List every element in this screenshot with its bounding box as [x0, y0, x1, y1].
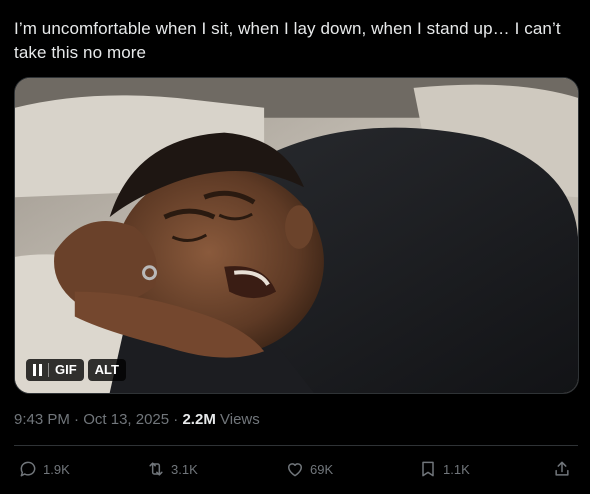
meta-separator: · — [173, 411, 179, 428]
retweet-icon — [149, 462, 163, 476]
views-label[interactable]: Views — [220, 411, 260, 428]
alt-button[interactable]: ALT — [87, 359, 126, 381]
share-icon — [555, 461, 569, 476]
bookmark-button[interactable]: 1.1K — [418, 459, 470, 479]
pause-icon[interactable] — [33, 364, 42, 376]
share-button[interactable] — [552, 459, 572, 479]
bookmark-count: 1.1K — [443, 461, 470, 477]
reply-icon — [20, 461, 36, 477]
views-count[interactable]: 2.2M — [182, 411, 215, 428]
meta-separator: · — [74, 411, 80, 428]
retweet-button[interactable]: 3.1K — [146, 459, 198, 479]
gif-badge: GIF — [55, 362, 77, 377]
action-bar: 1.9K 3.1K 69K 1.1K — [16, 459, 578, 481]
like-button[interactable]: 69K — [285, 459, 333, 479]
tweet-text: I’m uncomfortable when I sit, when I lay… — [14, 19, 561, 62]
alt-label: ALT — [94, 362, 119, 377]
reply-button[interactable]: 1.9K — [18, 459, 70, 479]
media-controls: GIF ALT — [26, 359, 126, 381]
tweet-date[interactable]: Oct 13, 2025 — [83, 411, 169, 428]
divider — [14, 445, 578, 446]
tweet-meta: 9:43 PM · Oct 13, 2025 · 2.2M Views — [14, 410, 260, 430]
tweet-media-gif[interactable]: GIF ALT — [14, 77, 579, 394]
gif-image — [15, 78, 578, 393]
like-count: 69K — [310, 461, 334, 477]
reply-count: 1.9K — [43, 461, 70, 477]
bookmark-icon — [422, 461, 434, 477]
tweet-time[interactable]: 9:43 PM — [14, 411, 70, 428]
retweet-count: 3.1K — [171, 461, 198, 477]
control-divider — [48, 363, 49, 377]
heart-icon — [288, 463, 302, 477]
gif-control[interactable]: GIF — [26, 359, 84, 381]
